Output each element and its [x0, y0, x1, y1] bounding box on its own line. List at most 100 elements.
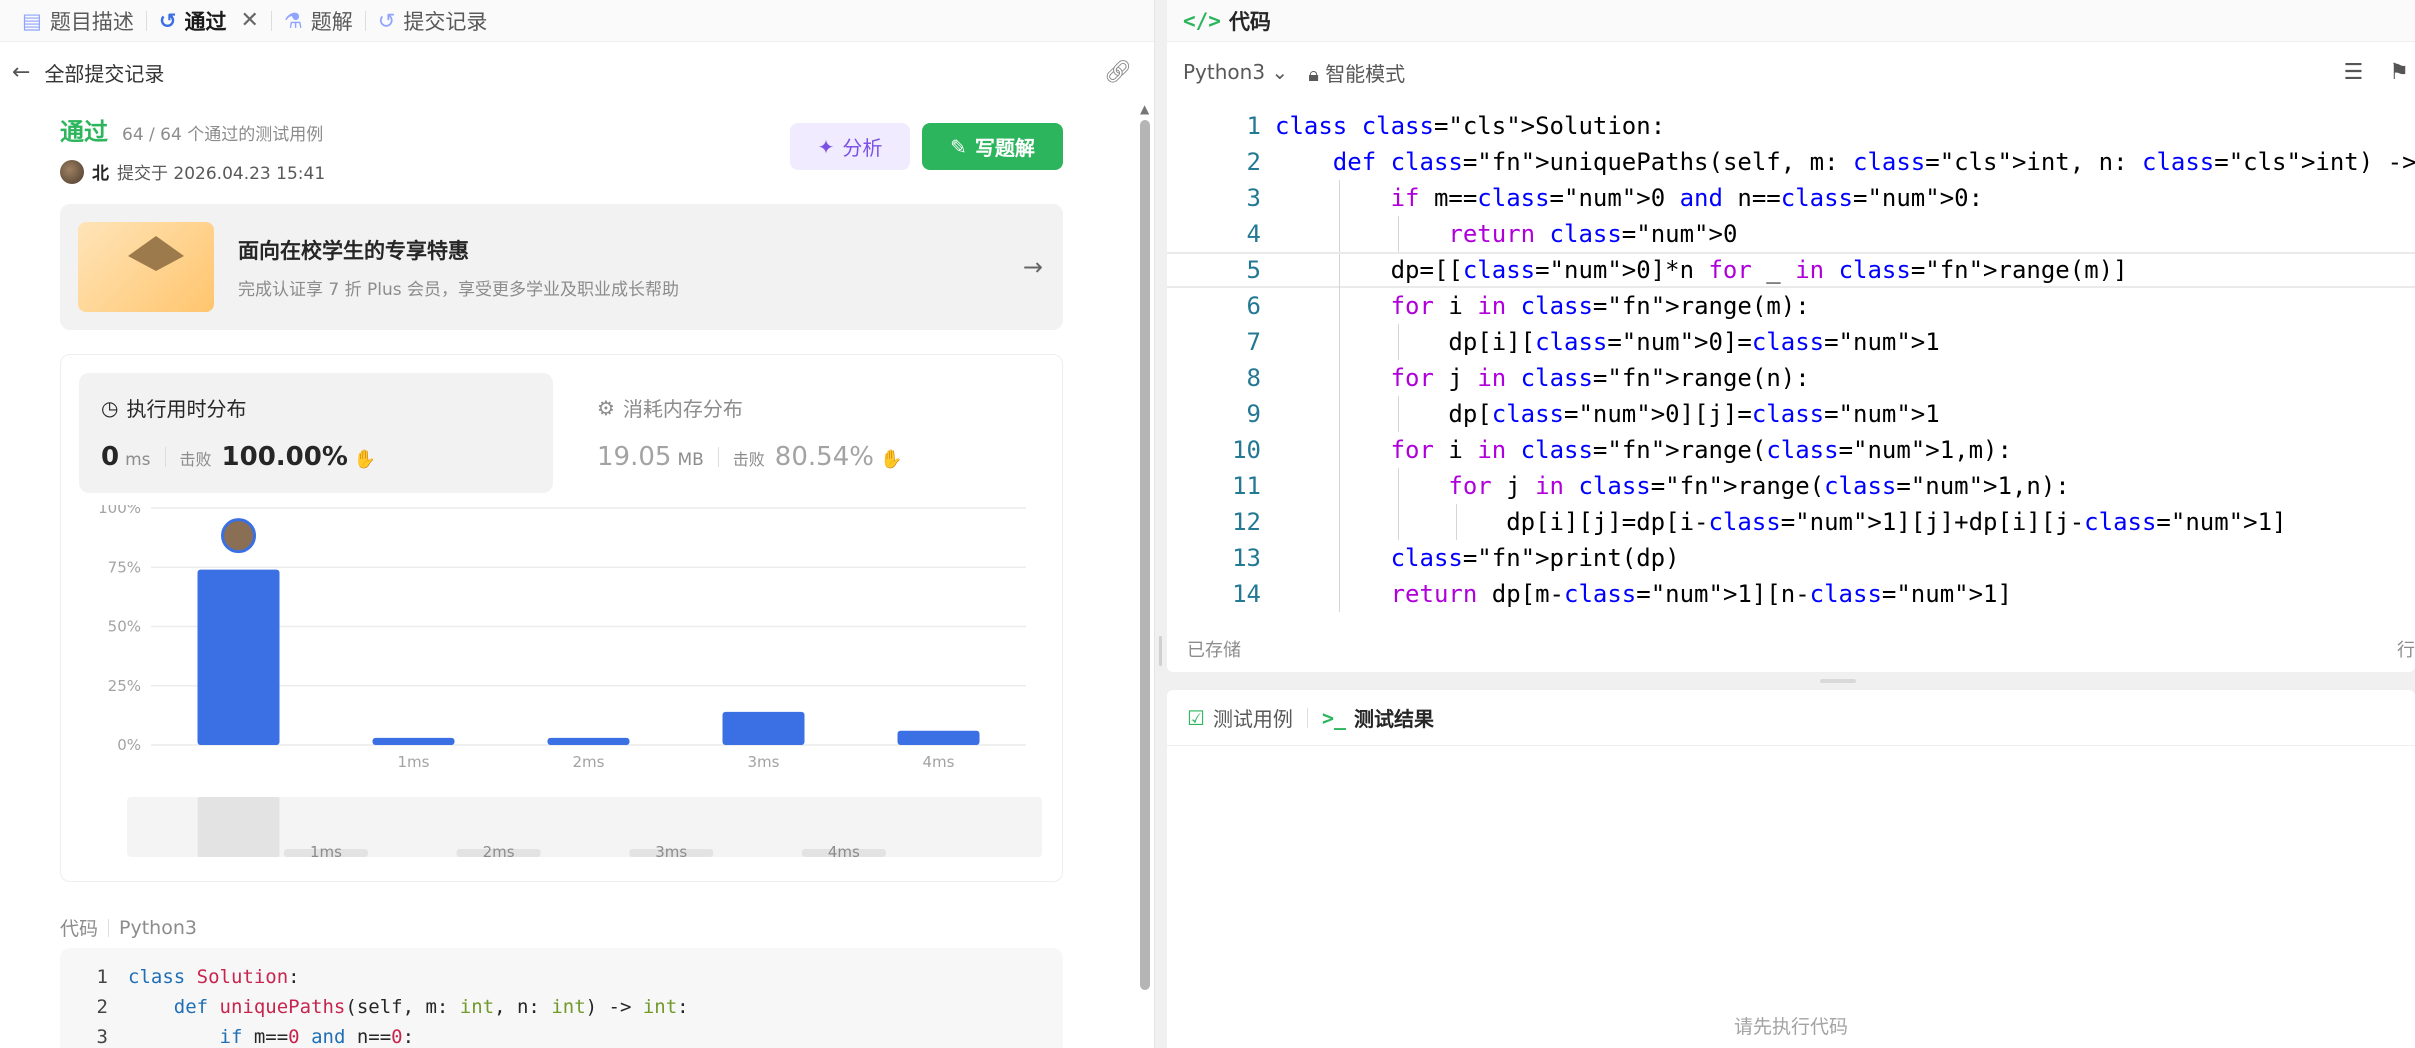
drag-handle[interactable] [1820, 679, 1856, 683]
bar[interactable] [547, 737, 630, 745]
code-section-label: 代码 Python3 [60, 914, 197, 941]
editor-line[interactable]: 4 return class="num">0 [1167, 216, 2415, 252]
line-number: 11 [1232, 472, 1261, 500]
history-icon: ↺ [158, 8, 177, 33]
tab-description[interactable]: ▤ 题目描述 [10, 0, 146, 42]
tab-test-result[interactable]: >_ 测试结果 [1322, 703, 1434, 732]
avatar-marker [221, 518, 256, 554]
editor-header: </> 代码 [1167, 0, 2415, 42]
code-text: return class="num">0 [1448, 220, 1738, 248]
x-tick-label: 2ms [573, 753, 605, 771]
language-select[interactable]: Python3 ⌄ [1183, 60, 1288, 84]
editor-line[interactable]: 7 dp[i][class="num">0]=class="num">1 [1167, 324, 2415, 360]
bar[interactable] [897, 730, 980, 745]
close-icon[interactable]: ✕ [240, 8, 258, 33]
username[interactable]: 北 [92, 159, 109, 184]
tab-testcase[interactable]: ☑ 测试用例 [1187, 703, 1293, 732]
status-badge: 通过 [60, 118, 108, 146]
back-arrow-icon[interactable]: ← [12, 60, 30, 85]
tab-solutions[interactable]: ⚗ 题解 [272, 0, 365, 42]
bar[interactable] [722, 711, 805, 745]
code-text: class="fn">print(dp) [1390, 544, 1680, 572]
editor-line[interactable]: 14 return dp[m-class="num">1][n-class="n… [1167, 576, 2415, 612]
code-text: dp=[[class="num">0]*n for _ in class="fn… [1275, 256, 2128, 284]
editor-line[interactable]: 10 for i in class="fn">range(class="num"… [1167, 432, 2415, 468]
editor-line[interactable]: 9 dp[class="num">0][j]=class="num">1 [1167, 396, 2415, 432]
editor-line[interactable]: 8 for j in class="fn">range(n): [1167, 360, 2415, 396]
bar[interactable] [372, 737, 455, 745]
editor-line[interactable]: 11 for j in class="fn">range(class="num"… [1167, 468, 2415, 504]
editor-line[interactable]: 1 class class="cls">Solution: [1167, 108, 2415, 144]
y-tick-label: 50% [108, 618, 141, 636]
runtime-beat-value: 100.00% [221, 442, 348, 472]
editor-line[interactable]: 6 for i in class="fn">range(m): [1167, 288, 2415, 324]
memory-title: 消耗内存分布 [622, 397, 743, 421]
avatar[interactable] [60, 159, 84, 184]
x-tick-label: 3ms [748, 753, 780, 771]
code-text: def uniquePaths(self, m: int, n: int) ->… [173, 996, 689, 1018]
separator [717, 447, 719, 467]
code-text: for j in class="fn">range(n): [1390, 364, 1810, 392]
code-line: 1 class Solution: [60, 962, 1063, 992]
scroll-up-icon[interactable]: ▲ [1140, 102, 1149, 116]
runtime-values: 0 ms 击败 100.00% ✋ [101, 442, 531, 472]
link-icon[interactable]: 🔗︎ [1104, 60, 1132, 85]
runtime-distribution-chart[interactable]: 0% 25% 50% 75% 100% 1ms 2ms 3ms 4ms 1ms 2ms 3ms 4ms [61, 505, 1064, 880]
line-number: 6 [1246, 292, 1261, 320]
line-number: 4 [1246, 220, 1261, 248]
y-tick-label: 0% [117, 736, 141, 754]
promo-subtitle: 完成认证享 7 折 Plus 会员，享受更多学业及职业成长帮助 [238, 279, 680, 300]
submitted-code: 1 class Solution: 2 def uniquePaths(self, … [60, 948, 1063, 1048]
line-number: 12 [1232, 508, 1261, 536]
panel-divider[interactable] [1155, 0, 1165, 1048]
memory-stat[interactable]: ⚙ 消耗内存分布 19.05 MB 击败 80.54% ✋ [575, 373, 1045, 493]
checkbox-icon: ☑ [1187, 705, 1205, 730]
write-solution-button[interactable]: ✎ 写题解 [922, 123, 1063, 170]
x-tick-label: 1ms [398, 753, 430, 771]
chip-icon: ⚙ [597, 395, 615, 420]
analyze-button[interactable]: ✦ 分析 [790, 123, 910, 170]
overview-label: 3ms [655, 843, 687, 861]
submit-time: 提交于 2026.04.23 15:41 [117, 164, 326, 184]
clap-icon: ✋ [879, 449, 903, 470]
code-label: 代码 [60, 918, 99, 940]
memory-beat-label: 击败 [732, 450, 765, 469]
code-editor[interactable]: 1 class class="cls">Solution: 2 def class=… [1167, 108, 2415, 612]
all-submissions-link[interactable]: 全部提交记录 [44, 58, 164, 87]
clap-icon: ✋ [353, 449, 377, 470]
scrollbar[interactable]: ▲ [1138, 100, 1152, 1040]
y-tick-label: 75% [108, 558, 141, 576]
smart-mode[interactable]: 🔒︎ 智能模式 [1308, 58, 1405, 87]
student-promo-banner[interactable]: 面向在校学生的专享特惠 完成认证享 7 折 Plus 会员，享受更多学业及职业成… [60, 204, 1063, 330]
editor-line[interactable]: 3 if m==class="num">0 and n==class="num"… [1167, 180, 2415, 216]
bookmark-icon[interactable]: ⚑ [2389, 60, 2409, 85]
runtime-stat[interactable]: ◷ 执行用时分布 0 ms 击败 100.00% ✋ [79, 373, 553, 493]
editor-line[interactable]: 5 dp=[[class="num">0]*n for _ in class="… [1167, 252, 2415, 290]
editor-line[interactable]: 13 class="fn">print(dp) [1167, 540, 2415, 576]
submission-subheader: ← 全部提交记录 🔗︎ [0, 42, 1154, 102]
resize-handle[interactable] [1159, 636, 1162, 666]
y-tick-label: 25% [108, 677, 141, 695]
flask-icon: ⚗ [283, 8, 303, 33]
editor-line[interactable]: 2 def class="fn">uniquePaths(self, m: cl… [1167, 144, 2415, 180]
editor-line[interactable]: 12 dp[i][j]=dp[i-class="num">1][j]+dp[i]… [1167, 504, 2415, 540]
lock-icon: 🔒︎ [1308, 61, 1319, 86]
tab-accepted[interactable]: ↺ 通过 ✕ [147, 0, 271, 42]
y-tick-label: 100% [98, 505, 141, 517]
toolbar-actions: ☰ ⚑ [2344, 60, 2409, 85]
status-row: 通过 64 / 64 个通过的测试用例 [60, 112, 1063, 147]
submission-detail: 通过 64 / 64 个通过的测试用例 北 提交于 2026.04.23 15:… [60, 112, 1063, 1048]
bar[interactable] [197, 569, 280, 745]
graduation-cap-image [78, 222, 214, 312]
scrollbar-thumb[interactable] [1140, 120, 1150, 990]
arrow-right-icon[interactable]: → [1023, 253, 1043, 281]
memory-title-row: ⚙ 消耗内存分布 [597, 393, 1023, 422]
format-icon[interactable]: ☰ [2344, 60, 2364, 85]
editor-toolbar: Python3 ⌄ 🔒︎ 智能模式 ☰ ⚑ [1167, 42, 2415, 102]
overview-label: 1ms [310, 843, 342, 861]
runtime-value: 0 [101, 442, 120, 472]
code-line: 2 def uniquePaths(self, m: int, n: int) … [60, 992, 1063, 1022]
tab-submissions[interactable]: ↺ 提交记录 [366, 0, 500, 42]
edit-icon: ✎ [950, 134, 967, 159]
line-number: 7 [1246, 328, 1261, 356]
